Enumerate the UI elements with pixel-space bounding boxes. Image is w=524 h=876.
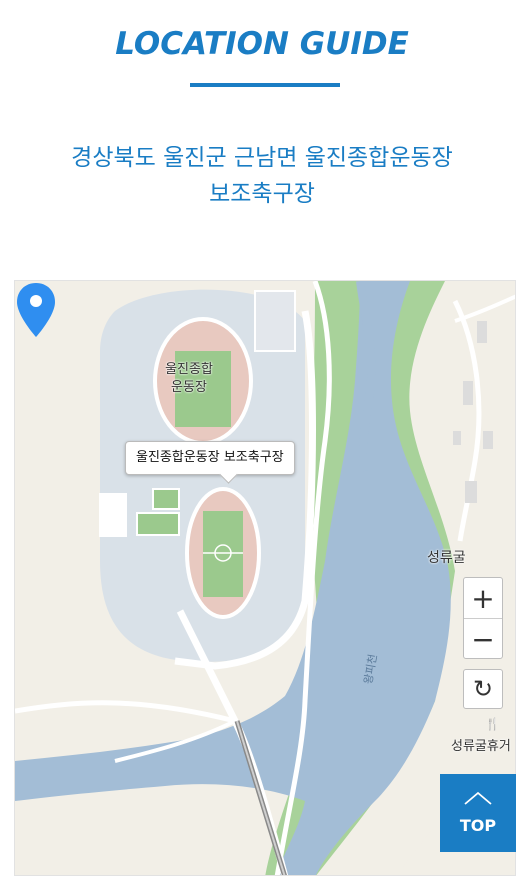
top-button[interactable]: TOP (440, 774, 516, 852)
zoom-control: + − (463, 577, 503, 659)
page-title: LOCATION GUIDE (115, 26, 409, 62)
address-line-2: 보조축구장 (209, 181, 315, 207)
village-label: 성류굴 (427, 550, 466, 566)
stadium-label-line-2: 운동장 (171, 380, 207, 395)
rest-area-label: 성류굴휴거 (451, 739, 511, 754)
chevron-up-icon (464, 791, 492, 805)
restaurant-icon: 🍴 (485, 717, 500, 731)
reset-button[interactable]: ↻ (463, 669, 503, 709)
top-button-label: TOP (459, 816, 497, 835)
location-pin-icon[interactable] (15, 281, 57, 339)
zoom-in-button[interactable]: + (464, 578, 502, 618)
refresh-icon: ↻ (472, 675, 494, 703)
marker-tooltip[interactable]: 울진종합운동장 보조축구장 (125, 441, 295, 475)
address-line-1: 경상북도 울진군 근남면 울진종합운동장 (71, 145, 453, 171)
zoom-out-button[interactable]: − (464, 619, 502, 659)
title-underline (190, 83, 340, 87)
stadium-label: 울진종합 운동장 (161, 361, 217, 397)
stadium-label-line-1: 울진종합 (165, 362, 213, 377)
address: 경상북도 울진군 근남면 울진종합운동장 보조축구장 (0, 140, 524, 212)
